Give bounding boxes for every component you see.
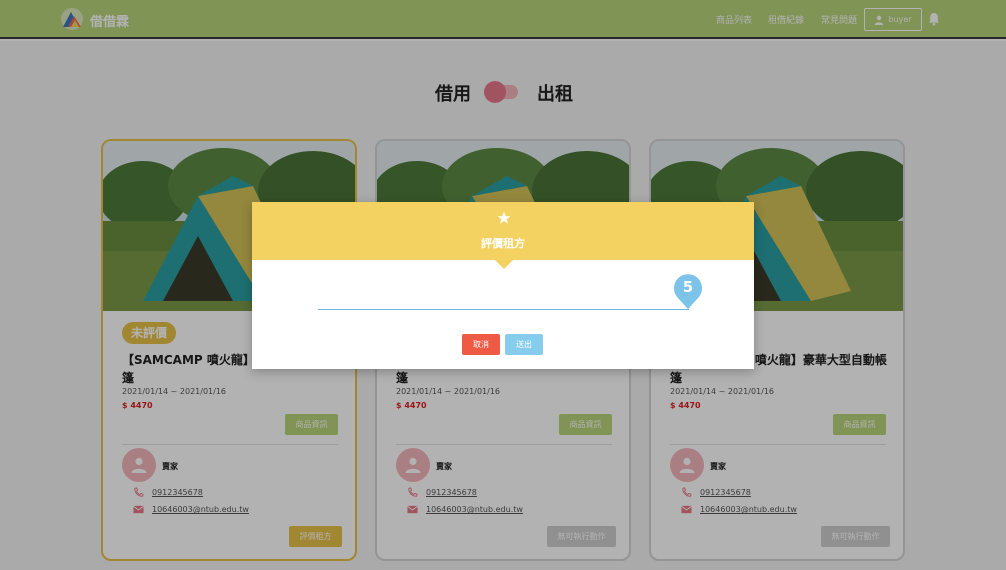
rating-slider-track[interactable] (318, 309, 689, 310)
modal-title: 評價租方 (481, 237, 525, 250)
modal-header-arrow (495, 260, 513, 269)
star-icon (497, 211, 511, 224)
rating-value: 5 (682, 278, 694, 296)
modal-header: 評價租方 (252, 202, 754, 260)
submit-button[interactable]: 送出 (505, 334, 543, 355)
cancel-button[interactable]: 取消 (462, 334, 500, 355)
rating-modal: 評價租方 5 取消 送出 (252, 202, 754, 369)
